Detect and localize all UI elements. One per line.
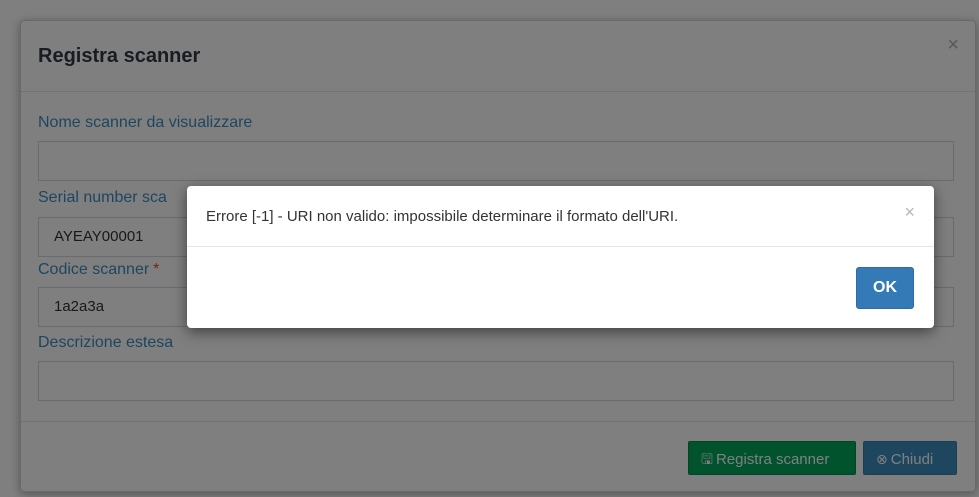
error-alert-dialog: Errore [-1] - URI non valido: impossibil… [187,186,934,328]
alert-message: Errore [-1] - URI non valido: impossibil… [206,208,679,225]
alert-header: Errore [-1] - URI non valido: impossibil… [187,186,934,247]
alert-close-icon[interactable]: × [904,202,915,223]
ok-button[interactable]: OK [856,267,914,309]
